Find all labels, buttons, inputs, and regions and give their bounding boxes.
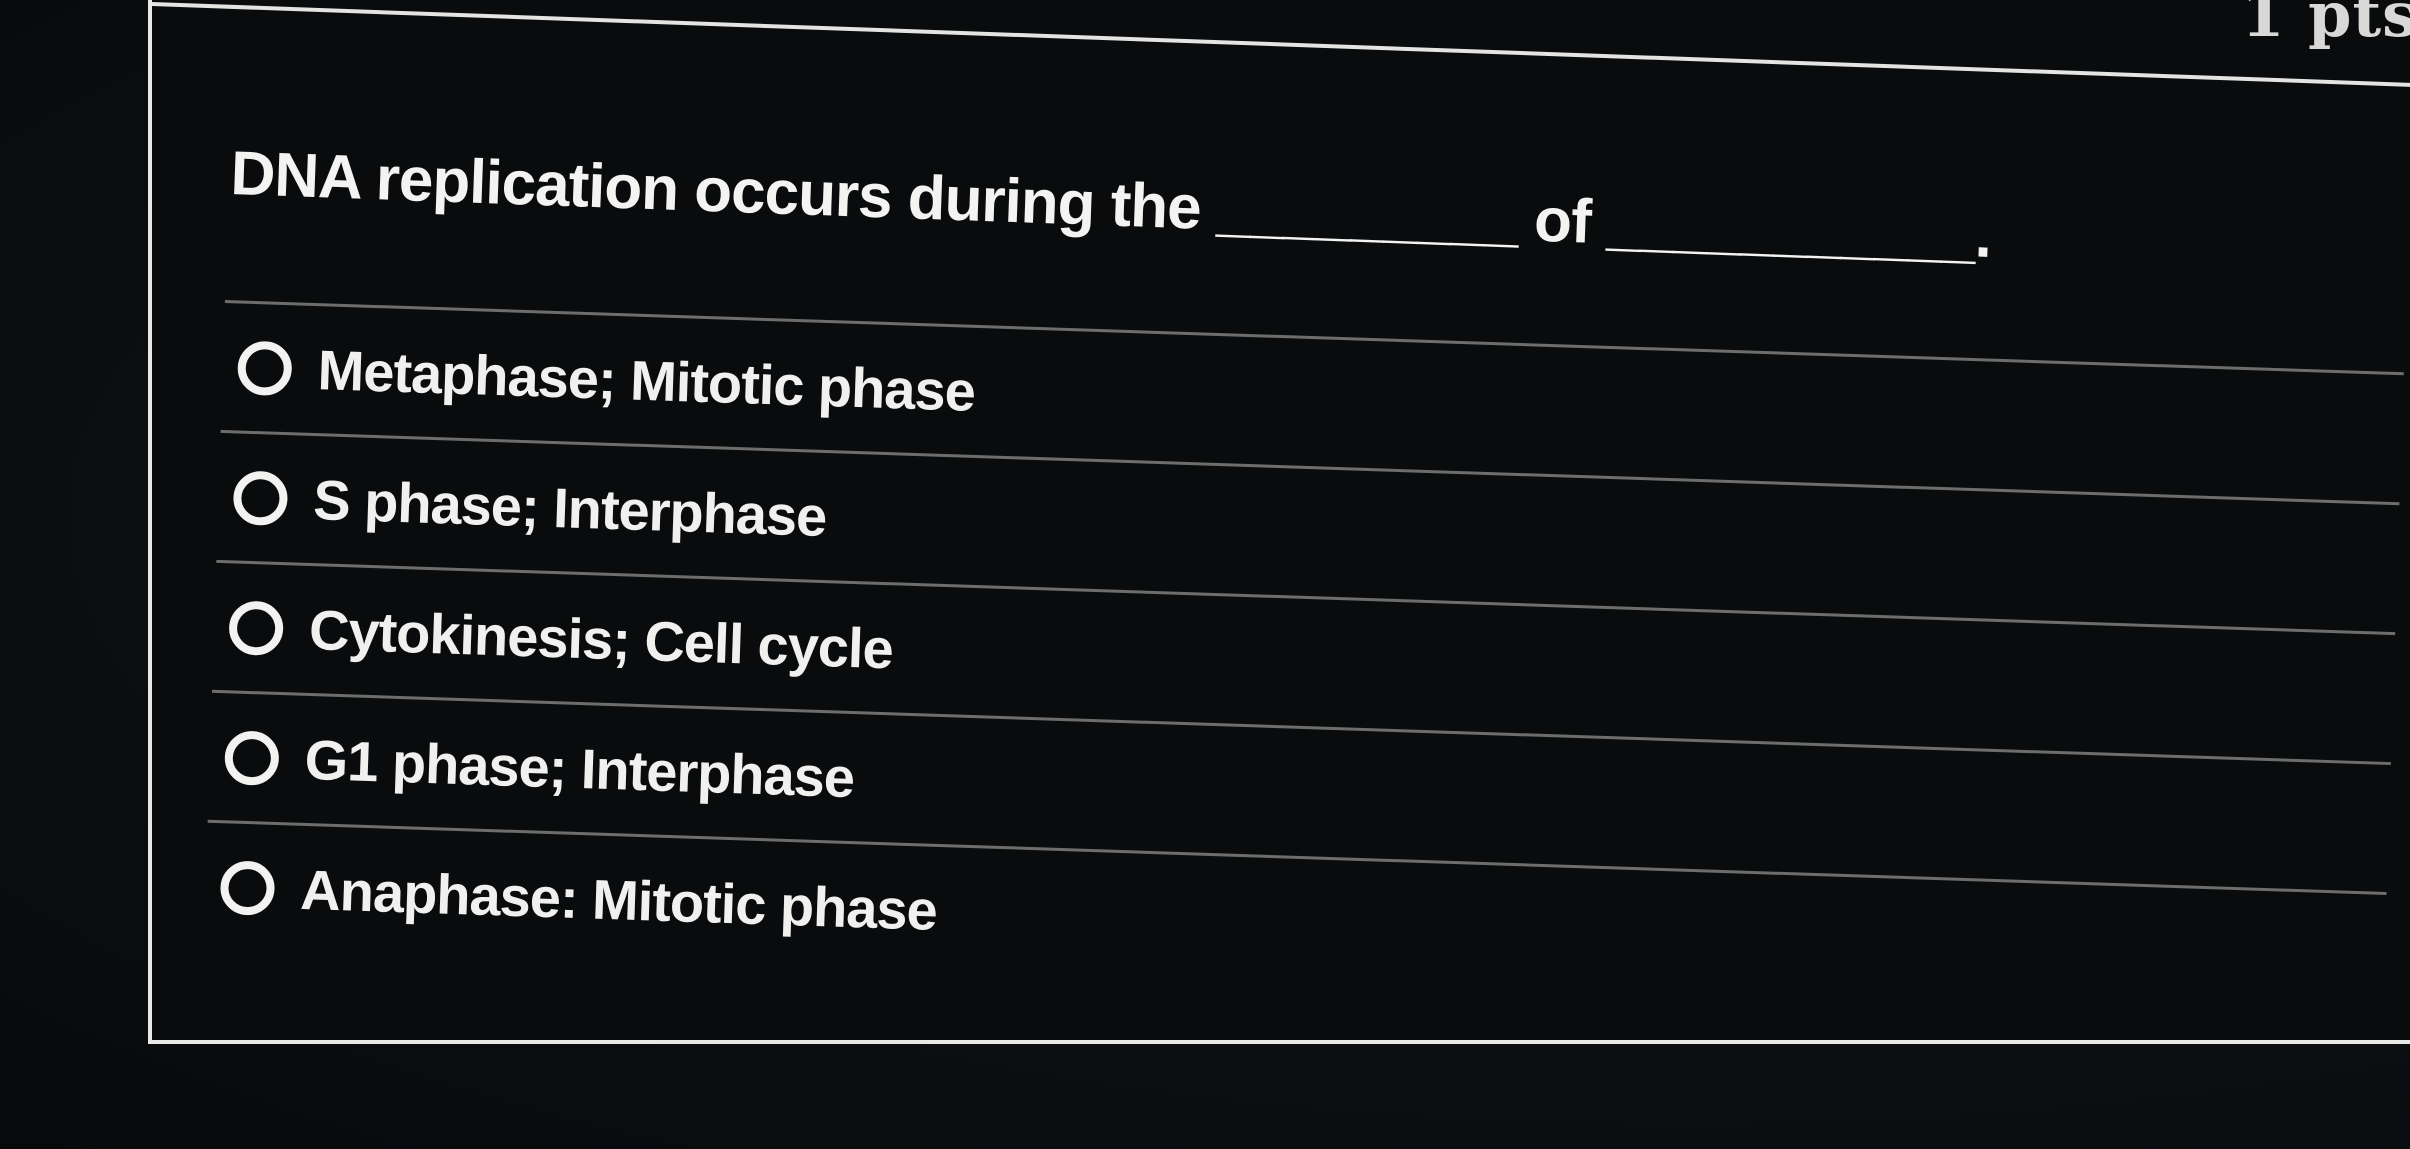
radio-circle-icon[interactable] <box>219 859 276 916</box>
radio-circle-icon[interactable] <box>228 599 285 656</box>
answer-label: Cytokinesis; Cell cycle <box>308 597 894 681</box>
answer-label: Metaphase; Mitotic phase <box>316 338 976 423</box>
question-card-top-border <box>152 0 2410 95</box>
radio-circle-icon[interactable] <box>236 339 293 396</box>
answer-label: G1 phase; Interphase <box>303 727 856 810</box>
answer-list: Metaphase; Mitotic phase S phase; Interp… <box>203 300 2404 1022</box>
answer-label: S phase; Interphase <box>312 468 828 549</box>
radio-circle-icon[interactable] <box>232 469 289 526</box>
radio-circle-icon[interactable] <box>223 729 280 786</box>
answer-label: Anaphase: Mitotic phase <box>299 857 938 942</box>
points-label: 1 pts <box>2241 0 2410 51</box>
